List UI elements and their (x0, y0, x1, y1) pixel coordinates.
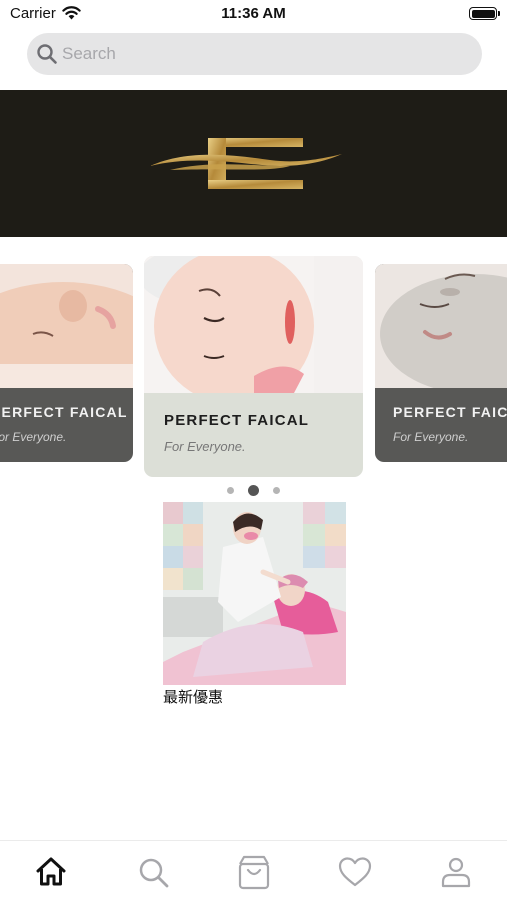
tab-shopping-bag[interactable] (235, 853, 273, 891)
card-photo (0, 264, 133, 388)
tab-bar (0, 840, 507, 900)
heart-icon (338, 857, 372, 887)
page-dot-active[interactable] (248, 485, 259, 497)
carousel-card-active[interactable]: PERFECT FAICAL For Everyone. (144, 256, 363, 477)
card-title: PERFECT FAICAL (164, 412, 310, 429)
card-subtitle: For Everyone. (164, 439, 246, 454)
card-subtitle: For Everyone. (0, 430, 67, 444)
carousel-card[interactable]: PERFECT FAICAL For Everyone. (375, 264, 507, 462)
search-icon (139, 858, 169, 888)
card-photo (375, 264, 507, 388)
carousel-page-indicator[interactable] (0, 482, 507, 497)
promo-image[interactable] (163, 502, 346, 685)
tab-home[interactable] (32, 853, 70, 891)
card-title: PERFECT FAICAL (0, 404, 128, 420)
carousel-card[interactable]: PERFECT FAICAL For Everyone. (0, 264, 133, 462)
battery-icon (469, 7, 500, 20)
search-bar[interactable] (27, 33, 482, 75)
card-title: PERFECT FAICAL (393, 404, 507, 420)
shopping-bag-icon (238, 855, 270, 890)
page-dot[interactable] (273, 487, 280, 495)
page-dot[interactable] (227, 487, 234, 495)
status-time: 11:36 AM (221, 5, 286, 22)
tab-favorites[interactable] (336, 853, 374, 891)
promo-caption: 最新優惠 (163, 688, 224, 706)
tab-search[interactable] (134, 853, 172, 891)
card-photo (144, 256, 363, 393)
home-icon (36, 857, 66, 886)
search-icon (37, 44, 57, 64)
tab-profile[interactable] (437, 853, 475, 891)
status-bar: Carrier 11:36 AM (0, 0, 507, 28)
brand-banner (0, 90, 507, 237)
promo-carousel[interactable]: PERFECT FAICAL For Everyone. PERFECT FAI… (0, 256, 507, 481)
profile-icon (441, 857, 471, 888)
brand-logo (150, 138, 342, 189)
search-input[interactable] (62, 33, 462, 75)
card-subtitle: For Everyone. (393, 430, 469, 444)
